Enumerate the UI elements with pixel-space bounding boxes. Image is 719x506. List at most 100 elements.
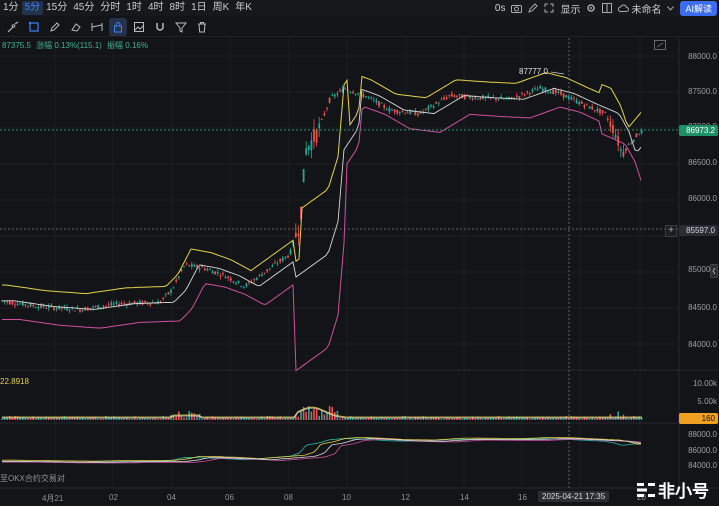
candle-body bbox=[380, 102, 383, 104]
legend-amplitude: 振幅 0.16% bbox=[107, 41, 148, 50]
volume-bar bbox=[172, 416, 175, 420]
volume-bar bbox=[313, 409, 315, 420]
candle-body bbox=[476, 98, 479, 100]
volume-bar bbox=[149, 418, 151, 420]
x-axis-label: 12 bbox=[401, 493, 410, 502]
volume-bar bbox=[297, 416, 300, 420]
volume-bar bbox=[263, 418, 266, 420]
candle-body bbox=[549, 91, 552, 94]
candle-body bbox=[326, 107, 328, 109]
price-legend: 87375.5 涨幅 0.13%(115.1) 振幅 0.16% bbox=[2, 40, 151, 51]
volume-bar bbox=[529, 418, 531, 420]
volume-bar bbox=[383, 418, 385, 420]
x-axis-label: 14 bbox=[460, 493, 469, 502]
candle-body bbox=[235, 282, 237, 284]
candle-body bbox=[352, 92, 354, 94]
volume-bar bbox=[219, 418, 222, 420]
candle-body bbox=[92, 306, 94, 308]
candle-body bbox=[614, 134, 617, 139]
volume-bar bbox=[180, 416, 183, 420]
volume-bar bbox=[243, 417, 245, 420]
candle-body bbox=[307, 145, 310, 151]
volume-bar bbox=[365, 418, 367, 420]
candle-body bbox=[206, 269, 209, 271]
candle-body bbox=[539, 86, 542, 89]
candle-body bbox=[510, 96, 513, 99]
volume-bar bbox=[339, 418, 341, 420]
volume-bar bbox=[323, 414, 326, 420]
candle-body bbox=[547, 91, 549, 93]
candle-body bbox=[362, 94, 365, 97]
candle-body bbox=[604, 111, 607, 113]
candle-body bbox=[456, 96, 458, 97]
volume-bar bbox=[596, 418, 599, 420]
volume-bar bbox=[253, 418, 255, 420]
candle-body bbox=[201, 266, 204, 268]
candle-body bbox=[365, 96, 367, 98]
volume-bar bbox=[409, 417, 411, 420]
volume-bar bbox=[1, 418, 3, 420]
side-panel-handle-icon[interactable] bbox=[710, 264, 718, 278]
candle-body bbox=[625, 148, 627, 151]
candle-body bbox=[383, 105, 386, 108]
candle-body bbox=[185, 263, 188, 265]
candle-body bbox=[575, 99, 578, 104]
volume-bar bbox=[612, 418, 614, 420]
volume-bar bbox=[305, 411, 307, 420]
candle-body bbox=[313, 129, 315, 142]
volume-bar bbox=[139, 418, 141, 420]
volume-bar bbox=[131, 418, 133, 420]
candle-body bbox=[570, 96, 573, 100]
candle-body bbox=[471, 98, 474, 100]
candle-body bbox=[32, 305, 35, 307]
candle-body bbox=[401, 111, 404, 113]
volume-bar bbox=[183, 417, 185, 420]
lower-axis-label: 86000.0 bbox=[688, 446, 717, 455]
volume-bar bbox=[282, 418, 284, 420]
candle-body bbox=[102, 306, 105, 308]
volume-bar bbox=[157, 418, 159, 420]
expand-icon[interactable] bbox=[654, 40, 666, 50]
price-axis-label: 86500.0 bbox=[688, 158, 717, 167]
volume-bar bbox=[128, 418, 131, 420]
candle-body bbox=[214, 271, 217, 275]
candle-body bbox=[531, 89, 534, 92]
volume-bar bbox=[391, 418, 393, 420]
candle-body bbox=[224, 276, 227, 279]
candle-body bbox=[573, 98, 575, 100]
brand-mark-icon bbox=[637, 482, 655, 497]
volume-tag: 160 bbox=[679, 413, 718, 424]
candle-body bbox=[609, 121, 612, 127]
x-axis-label: 08 bbox=[284, 493, 293, 502]
volume-bar bbox=[48, 417, 50, 420]
volume-bar bbox=[412, 418, 414, 420]
candle-body bbox=[261, 274, 263, 277]
candle-body bbox=[79, 309, 81, 312]
candle-body bbox=[172, 287, 175, 289]
volume-bar bbox=[575, 417, 578, 420]
candle-body bbox=[167, 292, 170, 295]
candle-body bbox=[263, 272, 266, 274]
candle-body bbox=[68, 310, 71, 312]
volume-bar bbox=[287, 418, 289, 420]
candle-body bbox=[601, 110, 604, 113]
candlestick-chart[interactable] bbox=[0, 0, 719, 506]
candle-body bbox=[404, 112, 406, 114]
volume-bar bbox=[367, 418, 370, 420]
candle-body bbox=[388, 107, 391, 112]
candle-body bbox=[289, 249, 292, 255]
source-note: 至OKX合约交易对 bbox=[0, 474, 65, 483]
x-axis-label: 06 bbox=[225, 493, 234, 502]
candle-body bbox=[45, 308, 48, 309]
volume-bar bbox=[453, 418, 456, 420]
volume-bar bbox=[97, 418, 99, 420]
add-alert-button[interactable]: + bbox=[665, 225, 677, 237]
candle-body bbox=[635, 133, 638, 138]
candle-body bbox=[435, 102, 438, 104]
candle-body bbox=[534, 88, 536, 90]
candle-body bbox=[541, 88, 544, 92]
volume-bar bbox=[159, 418, 162, 420]
candle-body bbox=[177, 276, 180, 278]
candle-body bbox=[271, 265, 274, 268]
volume-bar bbox=[388, 418, 391, 420]
